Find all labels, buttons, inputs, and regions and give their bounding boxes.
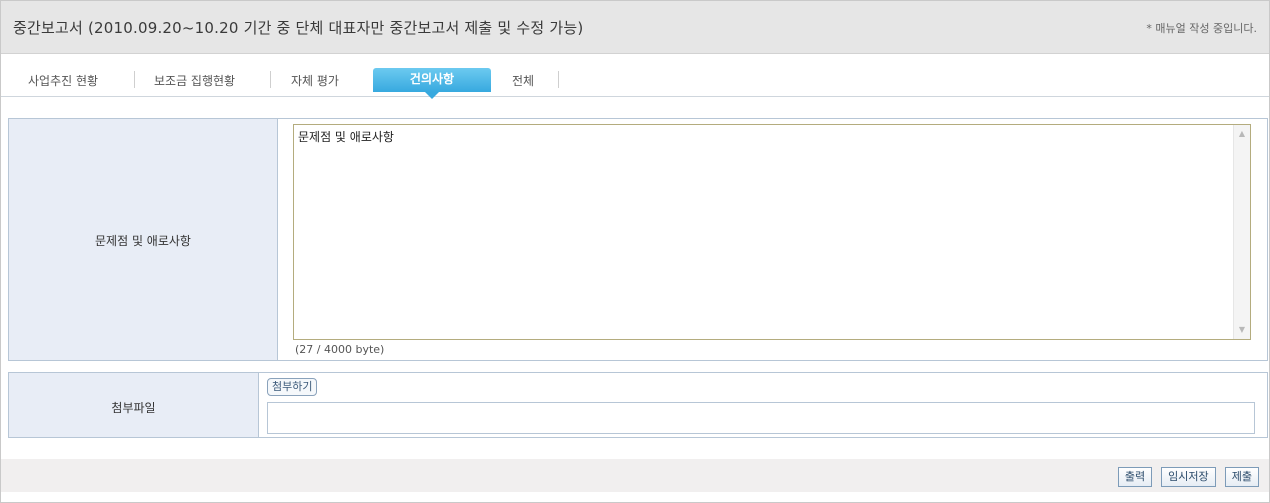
footer-band bbox=[1, 459, 1269, 492]
temp-save-button[interactable]: 임시저장 bbox=[1161, 467, 1216, 487]
tab-self-evaluation[interactable]: 자체 평가 bbox=[291, 72, 339, 89]
attachment-label: 첨부파일 bbox=[111, 401, 156, 415]
print-button[interactable]: 출력 bbox=[1117, 467, 1153, 487]
report-window: 중간보고서 (2010.09.20~10.20 기간 중 단체 대표자만 중간보… bbox=[0, 0, 1270, 503]
issues-section: 문제점 및 애로사항 문제점 및 애로사항 ▲ ▼ (27 / 4000 byt… bbox=[8, 118, 1268, 361]
byte-counter: (27 / 4000 byte) bbox=[295, 343, 385, 356]
scroll-down-icon[interactable]: ▼ bbox=[1236, 324, 1248, 336]
tab-all[interactable]: 전체 bbox=[512, 72, 534, 89]
tab-subsidy-status[interactable]: 보조금 집행현황 bbox=[154, 72, 235, 89]
attach-button[interactable]: 첨부하기 bbox=[267, 378, 318, 396]
tab-bar: 사업추진 현황 보조금 집행현황 자체 평가 건의사항 전체 bbox=[1, 54, 1269, 99]
page-title: 중간보고서 (2010.09.20~10.20 기간 중 단체 대표자만 중간보… bbox=[13, 19, 584, 37]
tab-divider bbox=[558, 71, 559, 88]
attachment-section: 첨부파일 첨부하기 bbox=[8, 372, 1268, 438]
tab-divider bbox=[134, 71, 135, 88]
submit-button[interactable]: 제출 bbox=[1224, 467, 1259, 487]
tab-suggestions[interactable]: 건의사항 bbox=[373, 68, 491, 99]
attachment-file-field[interactable] bbox=[267, 402, 1255, 434]
title-bar: 중간보고서 (2010.09.20~10.20 기간 중 단체 대표자만 중간보… bbox=[1, 1, 1269, 54]
action-buttons: 출력 임시저장 제출 bbox=[1114, 465, 1259, 487]
attachment-label-cell: 첨부파일 bbox=[9, 373, 259, 437]
issues-label: 문제점 및 애로사항 bbox=[95, 234, 191, 248]
textarea-scrollbar[interactable]: ▲ ▼ bbox=[1233, 125, 1250, 339]
manual-notice: * 매뉴얼 작성 중입니다. bbox=[1146, 22, 1257, 35]
tab-divider bbox=[270, 71, 271, 88]
issues-label-cell: 문제점 및 애로사항 bbox=[9, 119, 278, 360]
issues-textarea[interactable]: 문제점 및 애로사항 bbox=[294, 125, 1238, 341]
tab-business-status[interactable]: 사업추진 현황 bbox=[28, 72, 98, 89]
tab-suggestions-label: 건의사항 bbox=[409, 72, 455, 86]
scroll-up-icon[interactable]: ▲ bbox=[1236, 128, 1248, 140]
issues-textarea-wrapper: 문제점 및 애로사항 ▲ ▼ bbox=[293, 124, 1251, 341]
